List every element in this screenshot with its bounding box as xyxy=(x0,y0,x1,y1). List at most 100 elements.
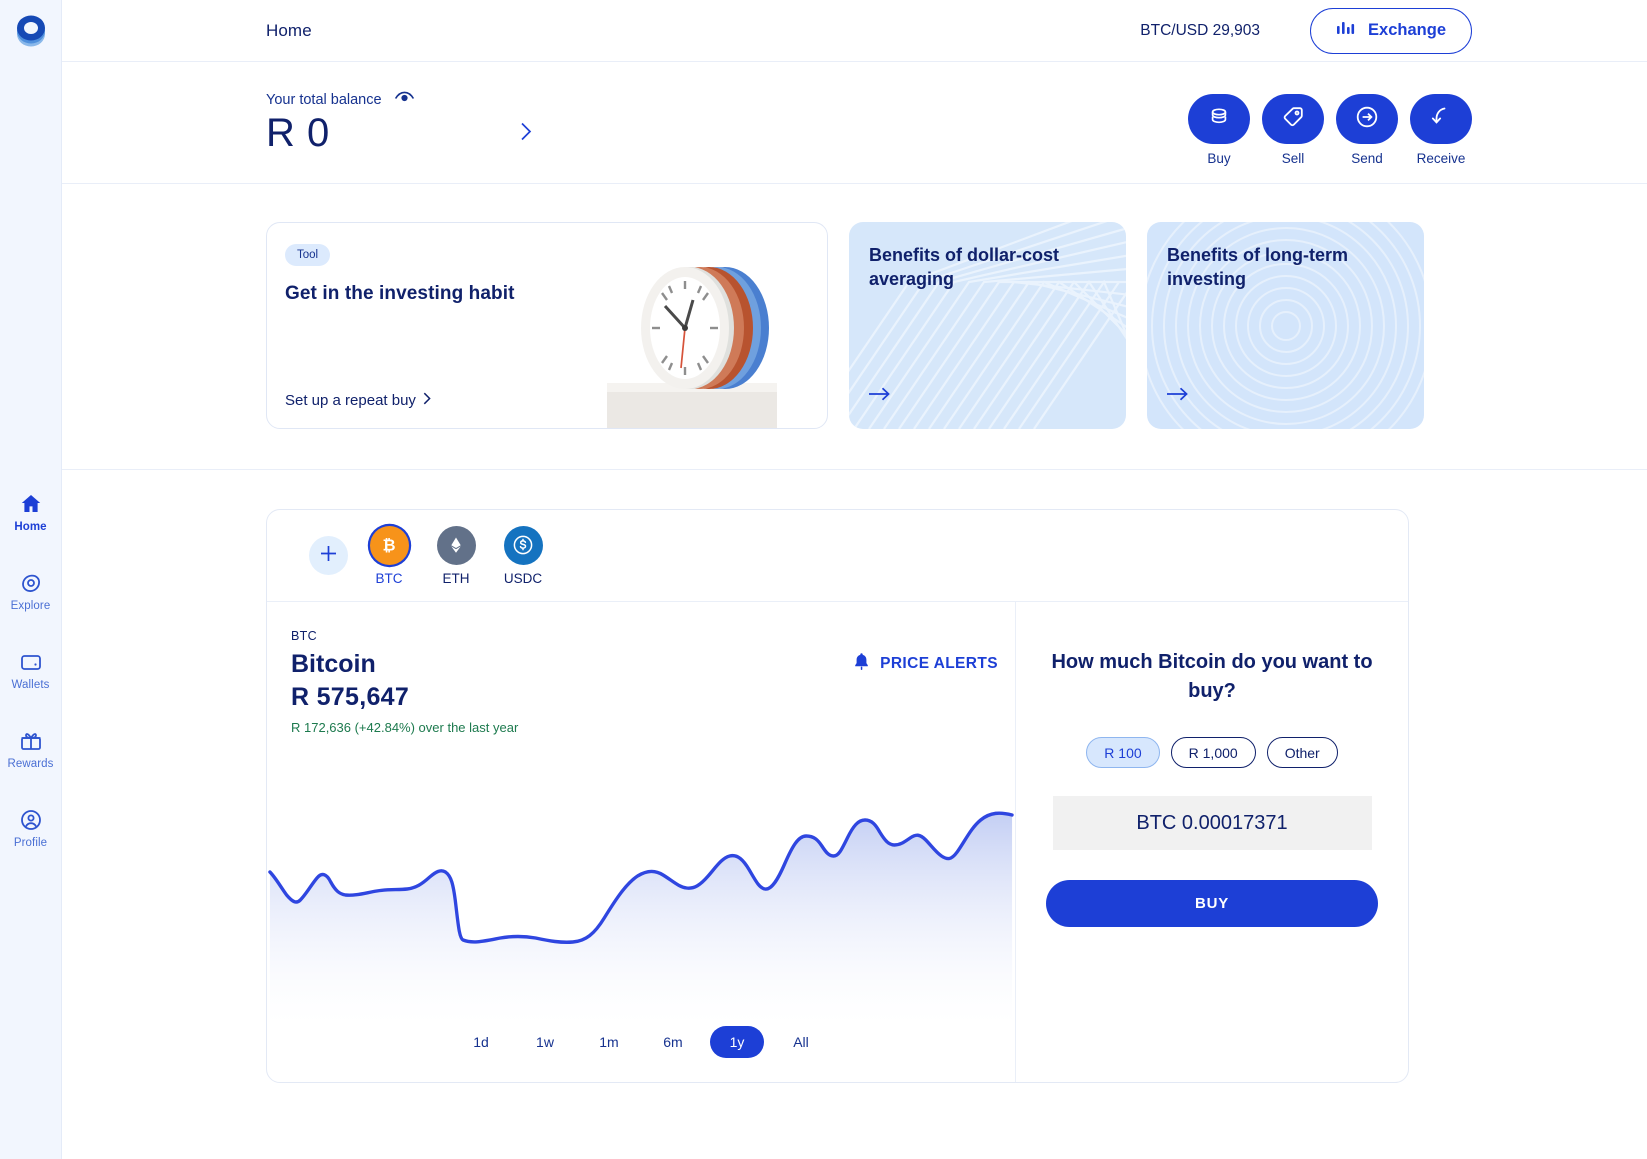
price-chart[interactable] xyxy=(267,790,1015,1025)
coin-tabs: ₿ BTC ETH USDC xyxy=(267,510,1408,602)
coin-info: BTC Bitcoin R 575,647 R 172,636 (+42.84%… xyxy=(291,629,518,735)
sidebar-item-wallets[interactable]: Wallets xyxy=(0,650,61,691)
coin-tab-eth[interactable]: ETH xyxy=(430,525,482,586)
buy-button[interactable]: BUY xyxy=(1046,880,1378,927)
chart-pane: BTC Bitcoin R 575,647 R 172,636 (+42.84%… xyxy=(267,602,1015,1082)
range-button-6m[interactable]: 6m xyxy=(646,1026,700,1058)
coin-tab-btc[interactable]: ₿ BTC xyxy=(363,525,415,586)
usdc-icon xyxy=(503,525,543,565)
coin-name: Bitcoin xyxy=(291,650,376,678)
amount-chip-1000[interactable]: R 1,000 xyxy=(1170,737,1256,768)
action-label: Send xyxy=(1351,151,1383,166)
arrow-right-circle-icon xyxy=(1354,104,1380,135)
wallet-icon xyxy=(19,650,43,674)
balance-label: Your total balance xyxy=(266,91,382,108)
svg-text:₿: ₿ xyxy=(382,537,395,555)
coin-tab-label: BTC xyxy=(375,570,403,586)
action-label: Receive xyxy=(1416,151,1466,166)
arrow-down-curve-icon xyxy=(1428,104,1454,135)
coin-symbol: BTC xyxy=(291,629,317,643)
amount-chip-100[interactable]: R 100 xyxy=(1086,737,1160,768)
sidebar-item-rewards[interactable]: Rewards xyxy=(0,729,61,770)
range-button-1w[interactable]: 1w xyxy=(518,1026,572,1058)
sidebar: Home Explore Wallets Rewards Profile xyxy=(0,0,62,1159)
profile-icon xyxy=(19,808,43,832)
coin-tab-usdc[interactable]: USDC xyxy=(497,525,549,586)
luno-rings-logo[interactable] xyxy=(9,8,53,52)
ethereum-icon xyxy=(436,525,476,565)
trade-card: ₿ BTC ETH USDC BTC Bitcoin R 575,647 R 1… xyxy=(266,509,1409,1083)
clock-stack-image xyxy=(557,248,827,428)
topbar-right: BTC/USD 29,903 Exchange xyxy=(1140,7,1472,54)
promo-card-investing-habit[interactable]: Tool Get in the investing habit Set up a… xyxy=(266,222,828,429)
add-coin-button[interactable] xyxy=(309,536,348,575)
buy-action-circle xyxy=(1188,94,1250,144)
balance-label-row: Your total balance xyxy=(266,90,532,109)
bar-chart-icon xyxy=(1336,20,1355,42)
plus-icon xyxy=(319,544,338,568)
amount-chip-other[interactable]: Other xyxy=(1266,737,1338,768)
coin-tab-label: ETH xyxy=(442,570,470,586)
promo-card-dollar-cost-averaging[interactable]: Benefits of dollar-cost averaging xyxy=(849,222,1126,429)
sidebar-item-explore[interactable]: Explore xyxy=(0,571,61,612)
topbar: Home BTC/USD 29,903 Exchange xyxy=(62,0,1647,62)
bell-icon xyxy=(853,652,870,676)
app-root: Home Explore Wallets Rewards Profile Hom… xyxy=(0,0,1647,1159)
sell-action-button[interactable]: Sell xyxy=(1262,94,1324,166)
balance-strip: Your total balance R 0 Buy Sell Send Rec… xyxy=(62,62,1647,184)
sidebar-item-label: Wallets xyxy=(11,679,50,691)
sidebar-item-label: Profile xyxy=(13,837,48,849)
balance-value-row: R 0 xyxy=(266,111,532,156)
buy-action-button[interactable]: Buy xyxy=(1188,94,1250,166)
range-button-all[interactable]: All xyxy=(774,1026,828,1058)
quick-actions: Buy Sell Send Receive xyxy=(1188,90,1472,166)
promo-card-title: Benefits of dollar-cost averaging xyxy=(869,245,1060,289)
exchange-button[interactable]: Exchange xyxy=(1310,7,1472,54)
converted-amount-display: BTC 0.00017371 xyxy=(1052,796,1372,850)
action-label: Buy xyxy=(1207,151,1231,166)
arrow-right-icon[interactable] xyxy=(869,386,891,407)
price-alerts-label: PRICE ALERTS xyxy=(880,655,998,672)
price-tag-icon xyxy=(1280,104,1306,135)
buy-question: How much Bitcoin do you want to buy? xyxy=(1051,651,1373,702)
coin-tab-label: USDC xyxy=(503,570,543,586)
amount-chips: R 100 R 1,000 Other xyxy=(1086,737,1338,768)
page-title: Home xyxy=(266,20,312,40)
promo-link-label: Set up a repeat buy xyxy=(285,392,416,409)
home-icon xyxy=(19,492,43,516)
explore-icon xyxy=(19,571,43,595)
chevron-right-icon xyxy=(423,392,431,409)
buy-pane: How much Bitcoin do you want to buy? R 1… xyxy=(1015,602,1408,1082)
promo-row: Tool Get in the investing habit Set up a… xyxy=(62,184,1647,470)
balance-block: Your total balance R 0 xyxy=(266,90,532,156)
coin-change: R 172,636 (+42.84%) over the last year xyxy=(291,720,519,735)
price-alerts-button[interactable]: PRICE ALERTS xyxy=(853,653,998,675)
set-up-repeat-buy-link[interactable]: Set up a repeat buy xyxy=(285,392,431,409)
sidebar-item-home[interactable]: Home xyxy=(0,492,61,533)
coin-price: R 575,647 xyxy=(291,683,410,711)
trade-section: ₿ BTC ETH USDC BTC Bitcoin R 575,647 R 1… xyxy=(62,470,1647,1083)
chart-header: BTC Bitcoin R 575,647 R 172,636 (+42.84%… xyxy=(291,629,1015,735)
bitcoin-icon: ₿ xyxy=(369,525,409,565)
main-area: Home BTC/USD 29,903 Exchange Your total … xyxy=(62,0,1647,1159)
eye-icon[interactable] xyxy=(394,90,415,109)
sidebar-item-label: Rewards xyxy=(7,758,54,770)
sidebar-item-profile[interactable]: Profile xyxy=(0,808,61,849)
arrow-right-icon[interactable] xyxy=(1167,386,1189,407)
range-button-1d[interactable]: 1d xyxy=(454,1026,508,1058)
balance-value: R 0 xyxy=(266,111,330,155)
range-selector: 1d 1w 1m 6m 1y All xyxy=(267,1026,1015,1058)
range-button-1y[interactable]: 1y xyxy=(710,1026,764,1058)
promo-card-long-term-investing[interactable]: Benefits of long-term investing xyxy=(1147,222,1424,429)
promo-card-title: Benefits of long-term investing xyxy=(1167,245,1349,289)
balance-chevron-right-icon[interactable] xyxy=(520,122,532,146)
action-label: Sell xyxy=(1281,151,1305,166)
coins-stack-icon xyxy=(1206,104,1232,135)
exchange-button-label: Exchange xyxy=(1368,21,1446,39)
trade-body: BTC Bitcoin R 575,647 R 172,636 (+42.84%… xyxy=(267,602,1408,1082)
sidebar-item-label: Home xyxy=(14,521,47,533)
receive-action-button[interactable]: Receive xyxy=(1410,94,1472,166)
send-action-button[interactable]: Send xyxy=(1336,94,1398,166)
receive-action-circle xyxy=(1410,94,1472,144)
range-button-1m[interactable]: 1m xyxy=(582,1026,636,1058)
